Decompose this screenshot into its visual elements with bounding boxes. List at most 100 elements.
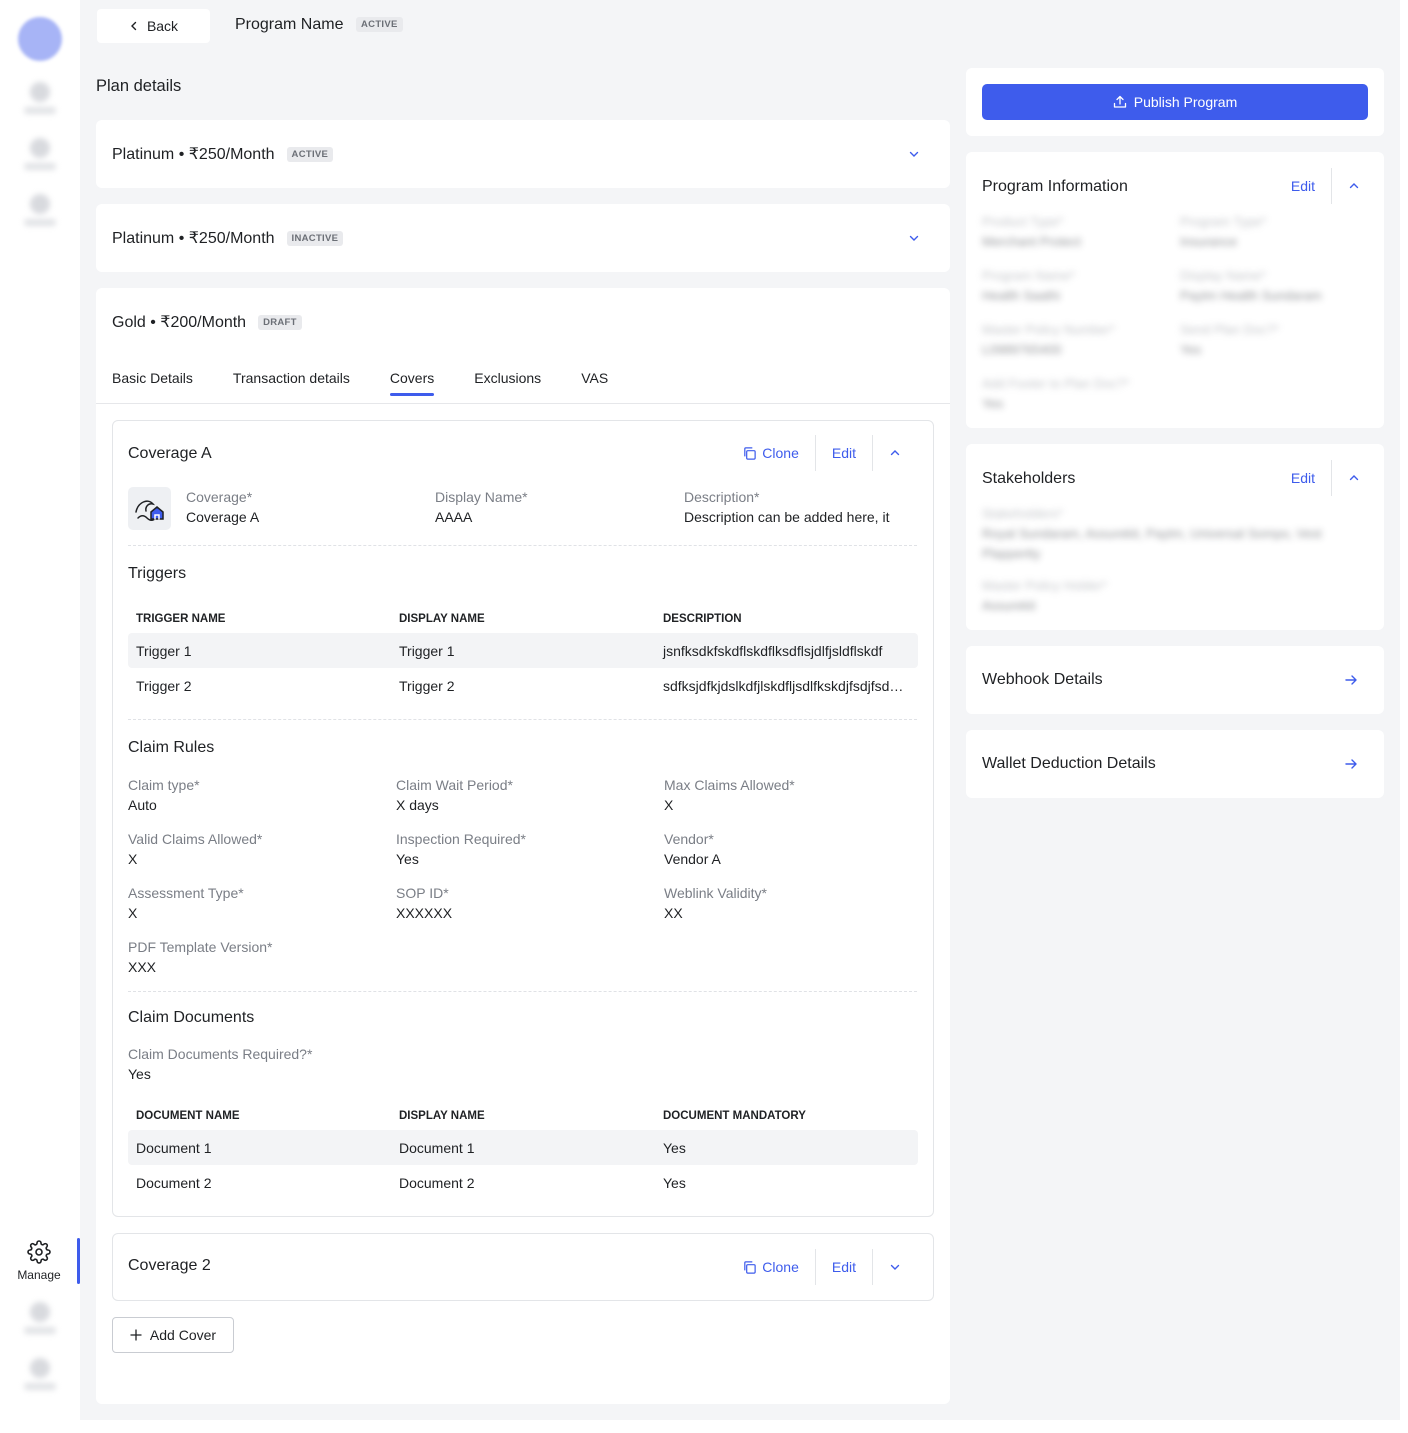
tab-exclusions[interactable]: Exclusions (474, 370, 541, 396)
stakeholders-card: Stakeholders Edit Stakeholders* Royal Sun… (966, 444, 1384, 630)
coverage-title: Coverage A (128, 445, 212, 462)
wallet-deduction-details-link[interactable]: Wallet Deduction Details (966, 730, 1384, 798)
add-cover-button[interactable]: Add Cover (112, 1317, 234, 1353)
back-button[interactable]: Back (97, 9, 210, 43)
edit-button[interactable]: Edit (1291, 470, 1331, 486)
claim-documents-table: DOCUMENT NAME DISPLAY NAME DOCUMENT MAND… (128, 1102, 918, 1200)
coverage-card: Coverage A Clone Edit Coverage* Coverage… (112, 420, 934, 1217)
sidebar-item-blurred[interactable] (22, 1358, 58, 1398)
coverage-icon (128, 487, 171, 530)
table-header: TRIGGER NAME DISPLAY NAME DESCRIPTION (136, 613, 742, 625)
copy-icon (744, 446, 757, 460)
chevron-down-icon[interactable] (908, 148, 920, 160)
info-field: Program Name* Health Saathi (982, 268, 1076, 303)
claim-type-field: Claim type* Auto (128, 777, 200, 813)
divider (96, 403, 950, 404)
claim-wait-period-field: Claim Wait Period* X days (396, 777, 513, 813)
chevron-down-icon (890, 1264, 900, 1270)
info-field: Send Plan Doc?* Yes (1180, 322, 1280, 357)
info-field: Master Policy Number* L0989765400 (982, 322, 1115, 357)
chevron-up-icon (1349, 183, 1359, 189)
chevron-up-icon (1349, 475, 1359, 481)
edit-button[interactable]: Edit (1291, 178, 1331, 194)
collapse-button[interactable] (1340, 472, 1368, 484)
edit-button[interactable]: Edit (816, 1259, 872, 1275)
status-badge: ACTIVE (286, 146, 334, 162)
tab-basic-details[interactable]: Basic Details (112, 370, 193, 396)
sop-id-field: SOP ID* XXXXXX (396, 885, 453, 921)
tab-bar: Basic Details Transaction details Covers… (112, 370, 608, 396)
weblink-validity-field: Weblink Validity* XX (664, 885, 767, 921)
claim-rules-title: Claim Rules (128, 739, 215, 756)
assessment-type-field: Assessment Type* X (128, 885, 244, 921)
copy-icon (744, 1260, 757, 1274)
plan-title: Platinum • ₹250/Month (112, 146, 275, 163)
avatar[interactable] (18, 17, 62, 61)
valid-claims-field: Valid Claims Allowed* X (128, 831, 263, 867)
webhook-details-link[interactable]: Webhook Details (966, 646, 1384, 714)
arrow-right-icon (1345, 675, 1357, 685)
sidebar: Manage (0, 0, 80, 1420)
display-name-field: Display Name* AAAA (435, 489, 528, 525)
tab-covers[interactable]: Covers (389, 370, 435, 396)
table-header: DOCUMENT NAME DISPLAY NAME DOCUMENT MAND… (136, 1110, 806, 1122)
inspection-required-field: Inspection Required* Yes (396, 831, 526, 867)
divider (128, 991, 917, 992)
plus-icon (130, 1329, 142, 1341)
sidebar-item-blurred[interactable] (22, 1302, 58, 1342)
coverage-title: Coverage 2 (128, 1257, 211, 1274)
claim-documents-title: Claim Documents (128, 1009, 255, 1026)
sidebar-item-blurred[interactable] (22, 194, 58, 234)
publish-card: Publish Program (966, 68, 1384, 136)
coverage-card-collapsed: Coverage 2 Clone Edit (112, 1233, 934, 1301)
page-title: Program Name (235, 16, 344, 33)
table-row: Document 2 Document 2 Yes (136, 1174, 686, 1191)
expand-button[interactable] (873, 1261, 917, 1273)
collapse-button[interactable] (873, 447, 917, 459)
collapse-button[interactable] (1340, 180, 1368, 192)
chevron-up-icon (890, 450, 900, 456)
info-field: Product Type* Merchant Protect (982, 214, 1081, 249)
description-field: Description* Description can be added he… (684, 489, 890, 525)
card-title: Stakeholders (982, 470, 1076, 487)
table-row: Trigger 1 Trigger 1 jsnfksdkfskdflskdflk… (128, 633, 918, 668)
pdf-template-field: PDF Template Version* XXX (128, 939, 273, 975)
info-field: Program Type* Insurance (1180, 214, 1267, 249)
plan-card-platinum-inactive[interactable]: Platinum • ₹250/Month INACTIVE (96, 204, 950, 272)
info-field: Stakeholders* Royal Sundaram, Assurekit, … (982, 506, 1322, 561)
section-title: Plan details (96, 77, 182, 95)
table-row: Trigger 2 Trigger 2 sdfksjdfkjdslkdfjlsk… (136, 677, 918, 694)
info-field: Add Footer to Plan Doc?* Yes (982, 376, 1130, 411)
plan-card-gold-draft: Gold • ₹200/Month DRAFT Basic Details Tr… (96, 288, 950, 1404)
table-row: Document 1 Document 1 Yes (128, 1130, 918, 1165)
plan-card-platinum-active[interactable]: Platinum • ₹250/Month ACTIVE (96, 120, 950, 188)
clone-button[interactable]: Clone (726, 445, 815, 461)
claim-documents-required-field: Claim Documents Required?* Yes (128, 1046, 313, 1082)
divider (128, 719, 917, 720)
arrow-right-icon (1345, 759, 1357, 769)
divider (128, 545, 917, 546)
triggers-title: Triggers (128, 565, 187, 582)
coverage-field: Coverage* Coverage A (186, 489, 260, 525)
main-content: Back Program Name ACTIVE Plan details Pl… (80, 0, 1400, 1420)
tab-transaction-details[interactable]: Transaction details (233, 370, 350, 396)
program-information-card: Program Information Edit Product Type* Me… (966, 152, 1384, 428)
sidebar-item-manage[interactable]: Manage (6, 1240, 72, 1282)
publish-program-button[interactable]: Publish Program (982, 84, 1368, 120)
chevron-left-icon (130, 21, 137, 31)
sidebar-item-blurred[interactable] (22, 82, 58, 122)
plan-title: Platinum • ₹250/Month (112, 230, 275, 247)
edit-button[interactable]: Edit (816, 445, 872, 461)
clone-button[interactable]: Clone (726, 1259, 815, 1275)
tab-vas[interactable]: VAS (581, 370, 608, 396)
info-field: Display Name* Paytm Health Sundaram (1180, 268, 1322, 303)
triggers-table: TRIGGER NAME DISPLAY NAME DESCRIPTION Tr… (128, 605, 918, 703)
max-claims-field: Max Claims Allowed* X (664, 777, 795, 813)
info-field: Master Policy Holder* Assurekit (982, 578, 1107, 613)
vendor-field: Vendor* Vendor A (664, 831, 721, 867)
chevron-down-icon[interactable] (908, 232, 920, 244)
gear-icon (27, 1240, 51, 1264)
plan-title: Gold • ₹200/Month (112, 314, 247, 331)
sidebar-item-blurred[interactable] (22, 138, 58, 178)
sidebar-item-label: Manage (17, 1268, 61, 1282)
